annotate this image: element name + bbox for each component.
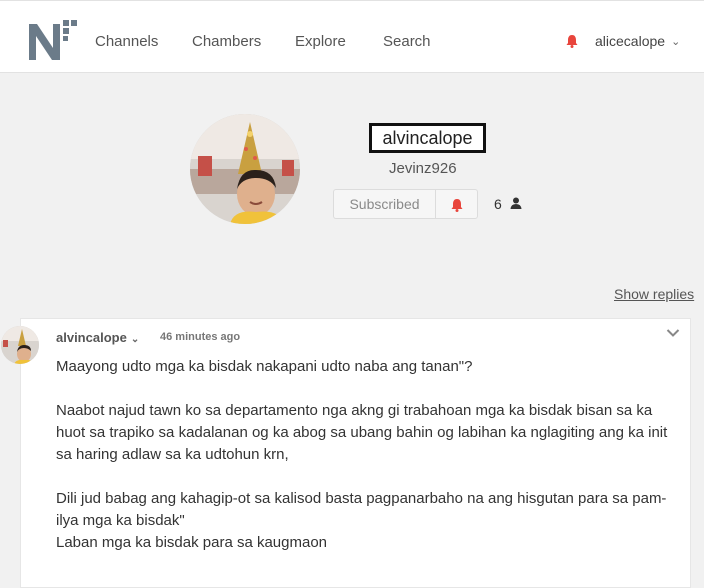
comment-author-avatar[interactable] — [1, 326, 39, 364]
comment-author-menu[interactable]: alvincalope ⌄ — [56, 330, 139, 345]
subscribe-button[interactable]: Subscribed — [333, 189, 435, 219]
site-logo-icon[interactable] — [27, 16, 79, 64]
user-menu[interactable]: alicecalope ⌄ — [595, 33, 680, 49]
nav-search[interactable]: Search — [383, 33, 431, 50]
nav-explore[interactable]: Explore — [295, 33, 346, 50]
comment-options-chevron-icon[interactable] — [666, 328, 680, 338]
comment-line: Naabot najud tawn ko sa departamento nga… — [56, 402, 653, 419]
comment-line: sa haring adlaw sa ka udtohun krn, — [56, 446, 289, 463]
chevron-down-icon: ⌄ — [671, 36, 681, 48]
profile-handle: Jevinz926 — [389, 160, 457, 177]
bell-icon — [451, 199, 463, 212]
comment-line: ilya mga ka bisdak" — [56, 512, 185, 529]
top-navbar: Channels Chambers Explore Search aliceca… — [0, 0, 704, 73]
nav-channels[interactable]: Channels — [95, 33, 158, 50]
show-replies-link[interactable]: Show replies — [614, 286, 694, 302]
comment-line: Laban mga ka bisdak para sa kaugmaon — [56, 534, 328, 551]
comment-timestamp: 46 minutes ago — [160, 331, 241, 343]
notification-bell-icon[interactable] — [565, 34, 579, 48]
subscription-notify-button[interactable] — [435, 189, 478, 219]
subscriber-count: 6 — [494, 196, 502, 212]
comment-author: alvincalope — [56, 330, 127, 345]
comment-line: huot sa trapiko sa kadalanan og ka abog … — [56, 424, 668, 441]
profile-username: alvincalope — [369, 123, 486, 153]
comment-avatar-photo-icon — [1, 326, 39, 364]
nav-chambers[interactable]: Chambers — [192, 33, 261, 50]
user-menu-label: alicecalope — [595, 33, 666, 49]
profile-avatar — [190, 114, 300, 224]
comment-line: Maayong udto mga ka bisdak nakapani udto… — [56, 358, 473, 375]
person-icon — [510, 197, 522, 209]
chevron-down-icon: ⌄ — [130, 334, 140, 345]
comment-line: Dili jud babag ang kahagip-ot sa kalisod… — [56, 490, 667, 507]
profile-photo-icon — [190, 114, 300, 224]
